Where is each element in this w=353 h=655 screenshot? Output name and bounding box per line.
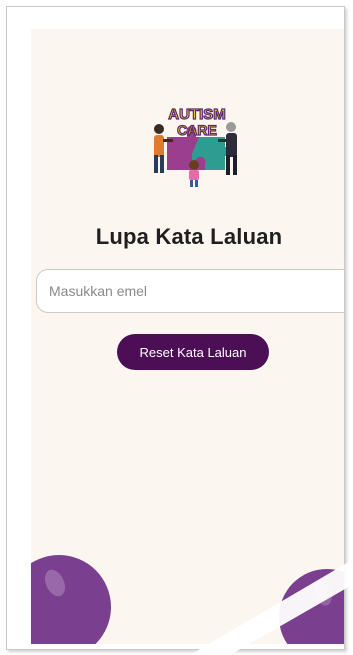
autism-care-logo: AUTISM CARE [154,105,237,187]
reset-password-button[interactable]: Reset Kata Laluan [117,334,269,370]
email-field[interactable] [36,269,344,313]
decorative-blob-left [31,555,111,644]
forgot-password-screen: AUTISM CARE Lupa Kata Laluan Reset Kata … [31,29,344,644]
logo-text-autism: AUTISM [168,106,226,123]
decorative-blob-right [279,569,344,644]
logo-text-care: CARE [177,122,217,138]
phone-frame: AUTISM CARE Lupa Kata Laluan Reset Kata … [6,6,345,650]
page-title: Lupa Kata Laluan [95,224,283,249]
